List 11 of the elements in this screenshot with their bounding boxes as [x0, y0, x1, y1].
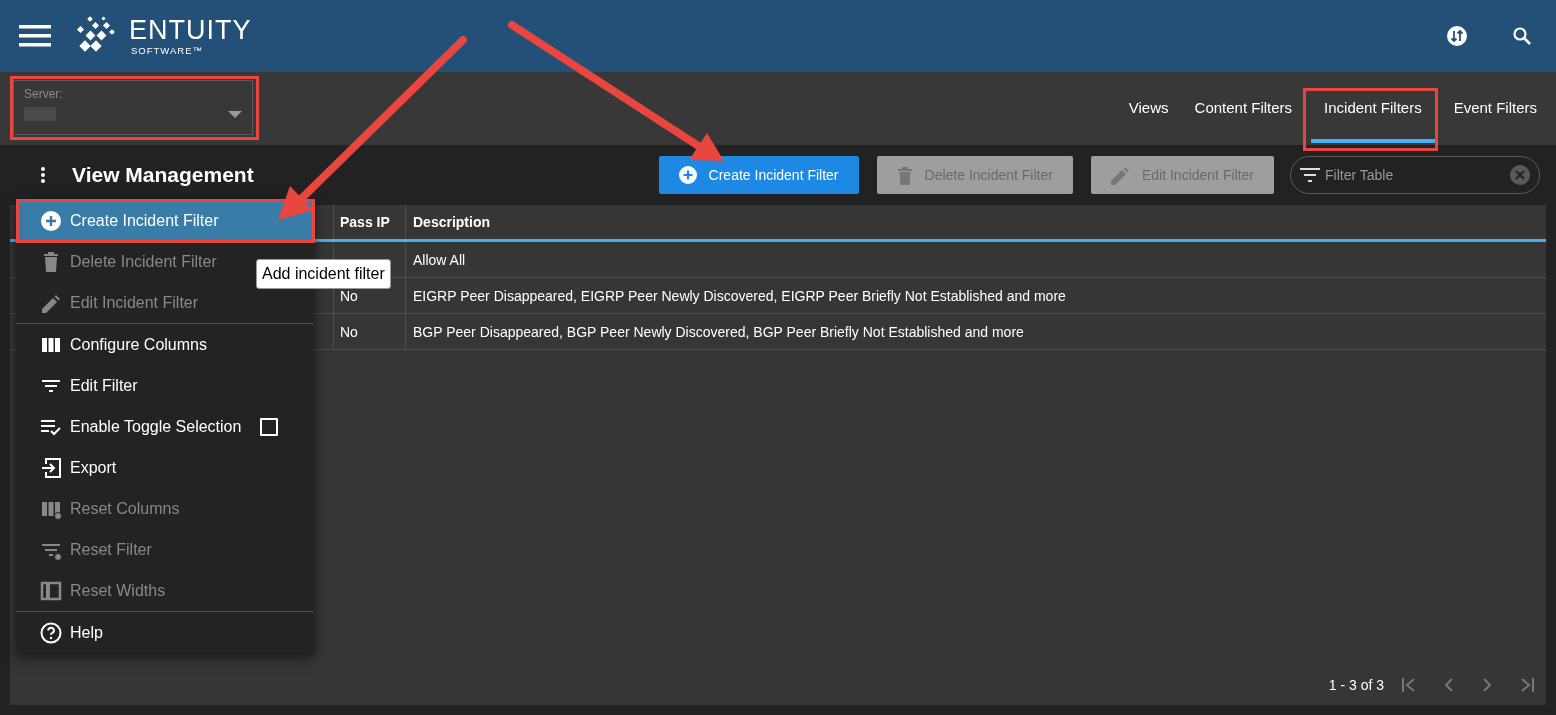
table-cell: No: [340, 323, 358, 340]
page-title: View Management: [72, 163, 254, 187]
page-range: 1 - 3 of 3: [1328, 677, 1384, 693]
logo-tagline: SOFTWARE™: [131, 45, 204, 56]
server-label: Server:: [24, 87, 64, 101]
tooltip: Add incident filter: [256, 259, 391, 289]
table-cell: BGP Peer Disappeared, BGP Peer Newly Discovered, BGP Peer Briefly Not Established and more: [413, 323, 1024, 340]
table-cell: EIGRP Peer Disappeared, EIGRP Peer Newly Discovered, EIGRP Peer Briefly Not Established and more: [413, 287, 1066, 304]
table-cell: Allow All: [413, 251, 466, 268]
logo-wordmark: ENTUITY: [129, 16, 252, 44]
table-cell: No: [340, 287, 358, 304]
